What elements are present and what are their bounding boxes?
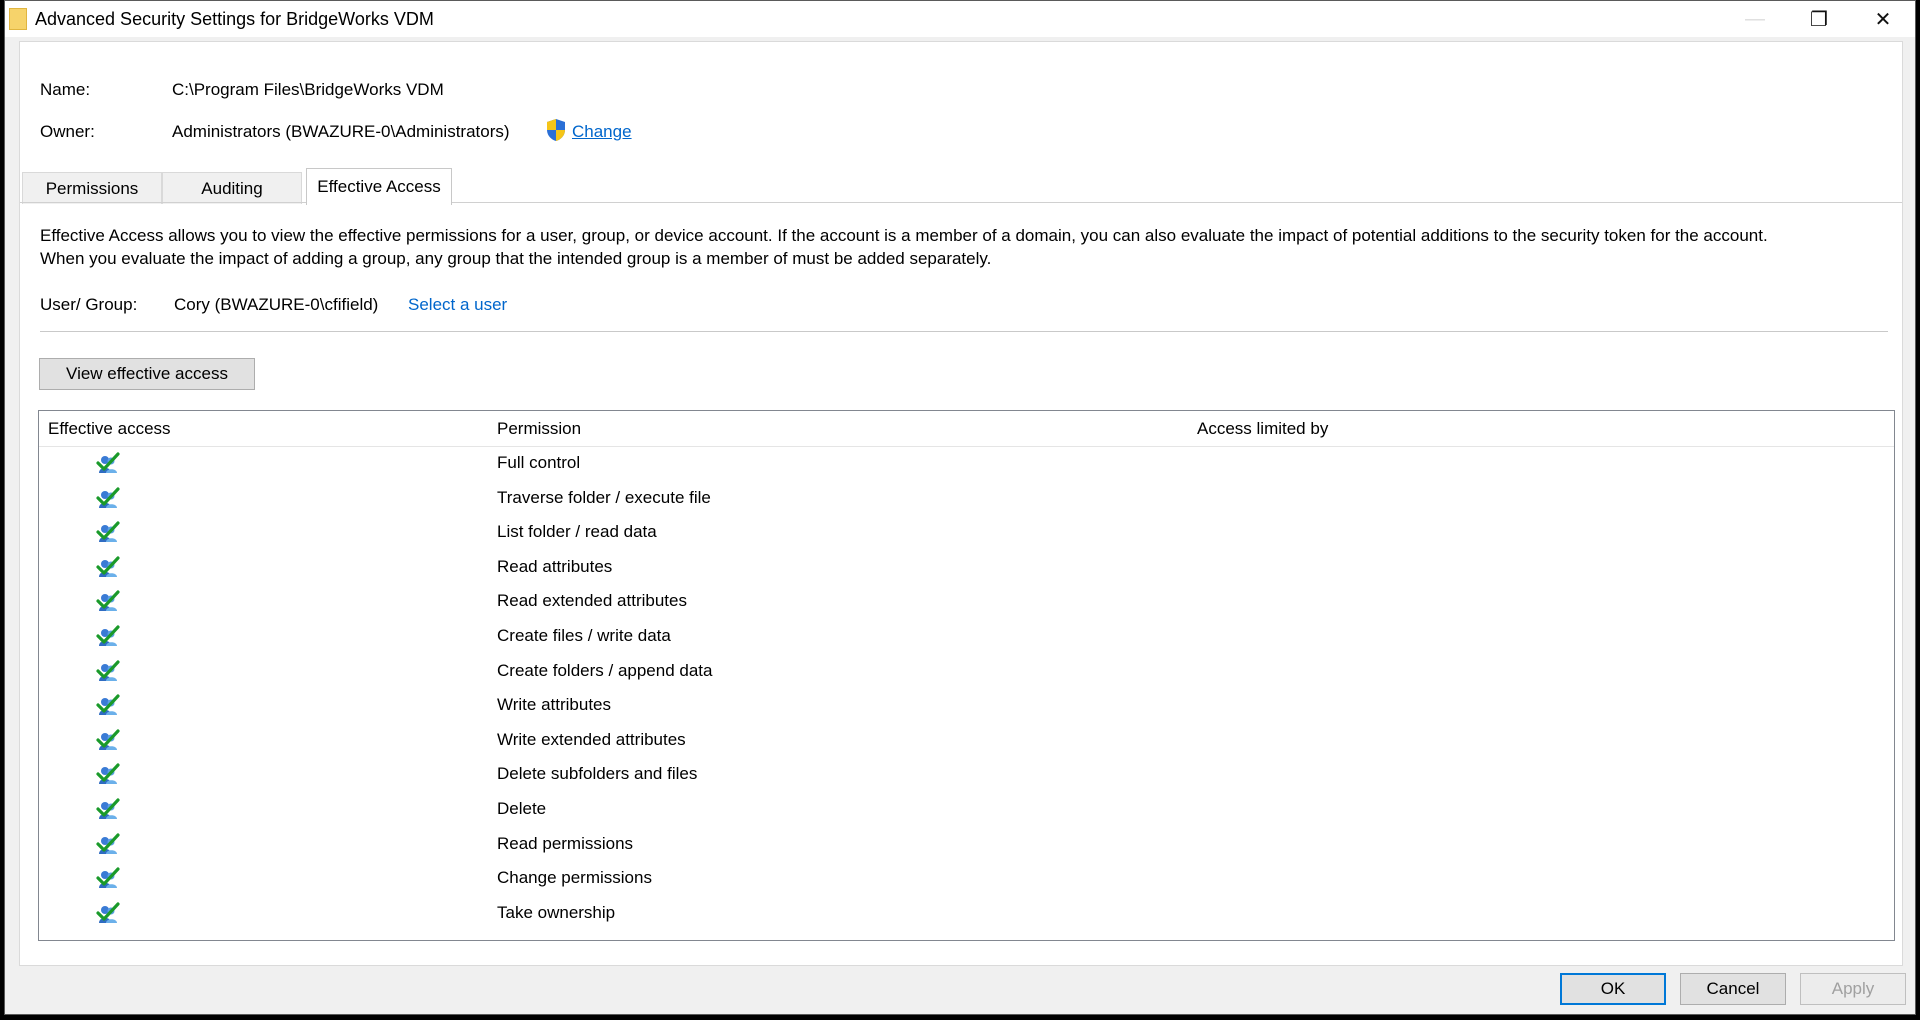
table-row[interactable]: Traverse folder / execute file	[39, 482, 1894, 516]
description-line: Effective Access allows you to view the …	[40, 226, 1768, 245]
table-row[interactable]: Read attributes	[39, 551, 1894, 585]
owner-label: Owner:	[40, 122, 95, 141]
button-label: View effective access	[66, 364, 228, 383]
close-icon: ✕	[1874, 8, 1892, 31]
tab-label: Auditing	[201, 178, 263, 198]
column-header-effective-access[interactable]: Effective access	[48, 419, 171, 439]
description-line: When you evaluate the impact of adding a…	[40, 249, 992, 268]
separator	[40, 331, 1888, 332]
view-effective-access-button[interactable]: View effective access	[39, 358, 255, 390]
allowed-icon	[96, 832, 120, 856]
permission-name: Take ownership	[497, 902, 616, 922]
permission-name: Change permissions	[497, 868, 652, 888]
allowed-icon	[96, 520, 120, 544]
window-title: Advanced Security Settings for BridgeWor…	[35, 8, 434, 29]
allowed-icon	[96, 797, 120, 821]
allowed-icon	[96, 901, 120, 925]
allowed-icon	[96, 728, 120, 752]
effective-access-description: Effective Access allows you to view the …	[40, 224, 1890, 270]
table-row[interactable]: Write extended attributes	[39, 724, 1894, 758]
tab-effective-access[interactable]: Effective Access	[306, 168, 452, 205]
list-header: Effective access Permission Access limit…	[39, 411, 1894, 447]
folder-icon	[9, 8, 27, 30]
button-label: Cancel	[1706, 979, 1760, 998]
permission-name: Full control	[497, 453, 581, 472]
table-row[interactable]: List folder / read data	[39, 516, 1894, 550]
allowed-icon	[96, 589, 120, 613]
permission-name: Create folders / append data	[497, 660, 713, 680]
allowed-icon	[96, 555, 120, 579]
advanced-security-dialog: Advanced Security Settings for BridgeWor…	[4, 0, 1916, 1015]
minimize-button[interactable]: —	[1723, 1, 1787, 37]
restore-icon: ❐	[1810, 8, 1828, 31]
permission-name: Write attributes	[497, 695, 612, 715]
title-bar: Advanced Security Settings for BridgeWor…	[5, 1, 1915, 37]
table-row[interactable]: Write attributes	[39, 689, 1894, 723]
table-row[interactable]: Full control	[39, 447, 1894, 481]
button-label: Apply	[1831, 979, 1875, 998]
name-label: Name:	[40, 80, 91, 99]
table-row[interactable]: Read permissions	[39, 828, 1894, 862]
maximize-button[interactable]: ❐	[1787, 1, 1851, 37]
permission-name: Read extended attributes	[497, 591, 687, 611]
table-row[interactable]: Take ownership	[39, 897, 1894, 931]
table-row[interactable]: Change permissions	[39, 862, 1894, 896]
permission-name: Delete subfolders and files	[497, 764, 698, 784]
name-value: C:\Program Files\BridgeWorks VDM	[172, 80, 444, 99]
allowed-icon	[96, 693, 120, 717]
change-owner-link[interactable]: Change	[572, 122, 632, 142]
effective-access-list[interactable]: Effective access Permission Access limit…	[38, 410, 1895, 941]
allowed-icon	[96, 762, 120, 786]
dialog-content: Name: C:\Program Files\BridgeWorks VDM O…	[19, 41, 1903, 966]
owner-value: Administrators (BWAZURE-0\Administrators…	[172, 122, 510, 141]
tab-permissions[interactable]: Permissions	[22, 172, 162, 204]
close-button[interactable]: ✕	[1851, 1, 1915, 37]
user-group-value: Cory (BWAZURE-0\cfifield)	[174, 295, 379, 314]
column-header-permission[interactable]: Permission	[497, 419, 581, 439]
apply-button[interactable]: Apply	[1800, 973, 1906, 1005]
column-header-access-limited-by[interactable]: Access limited by	[1197, 419, 1328, 439]
permission-name: Create files / write data	[497, 626, 671, 645]
permission-name: List folder / read data	[497, 522, 657, 542]
tab-label: Permissions	[45, 178, 139, 198]
allowed-icon	[96, 624, 120, 648]
tab-auditing[interactable]: Auditing	[162, 172, 302, 204]
allowed-icon	[96, 451, 120, 475]
table-row[interactable]: Read extended attributes	[39, 585, 1894, 619]
allowed-icon	[96, 866, 120, 890]
permission-name: Delete	[497, 799, 547, 818]
ok-button[interactable]: OK	[1560, 973, 1666, 1005]
table-row[interactable]: Delete	[39, 793, 1894, 827]
cancel-button[interactable]: Cancel	[1680, 973, 1786, 1005]
minimize-icon: —	[1745, 7, 1765, 30]
button-label: OK	[1600, 979, 1626, 998]
tab-label: Effective Access	[317, 177, 441, 196]
allowed-icon	[96, 659, 120, 683]
tab-divider	[20, 202, 1902, 203]
uac-shield-icon	[547, 119, 565, 141]
user-group-label: User/ Group:	[40, 295, 138, 314]
table-row[interactable]: Create files / write data	[39, 620, 1894, 654]
permission-name: Traverse folder / execute file	[497, 487, 711, 507]
table-row[interactable]: Delete subfolders and files	[39, 758, 1894, 792]
allowed-icon	[96, 486, 120, 510]
select-user-link[interactable]: Select a user	[408, 295, 507, 315]
table-row[interactable]: Create folders / append data	[39, 655, 1894, 689]
permission-name: Read attributes	[497, 556, 613, 576]
permission-name: Write extended attributes	[497, 729, 686, 749]
permission-name: Read permissions	[497, 833, 634, 853]
